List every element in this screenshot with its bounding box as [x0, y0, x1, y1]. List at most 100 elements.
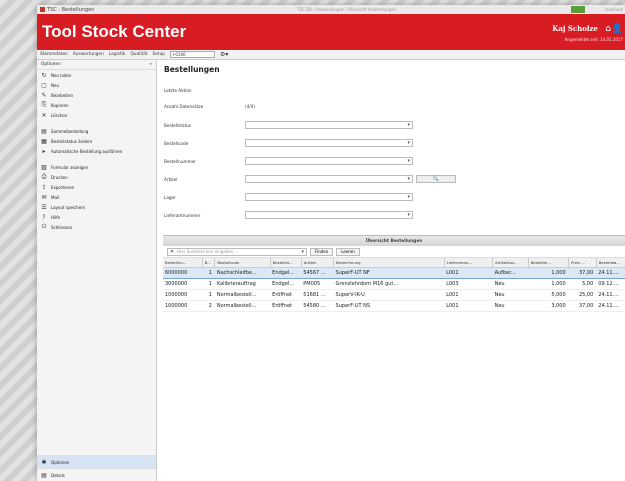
artikel-dropdown[interactable]: ▾	[245, 175, 413, 183]
menu-bar: Stammdaten Auswertungen Logistik Qualitä…	[37, 50, 625, 60]
green-status-icon[interactable]	[571, 6, 585, 13]
sidebar-item-layout[interactable]: ☰ Layout speichern	[37, 202, 156, 212]
field-label-lager: Lager	[164, 195, 176, 200]
table-row[interactable]: 1000000 2 Normalbestell... Eröffnet 54580 ..…	[163, 300, 625, 312]
filter-placeholder: Hier Suchtext hier eingeben ...	[177, 249, 239, 254]
sidebar-item-label: Automatische Bestellung ausführen	[51, 148, 123, 154]
bestellstatus-dropdown[interactable]: ▾	[245, 121, 413, 129]
sidebar-item-auto-bestellung[interactable]: ▸ Automatische Bestellung ausführen	[37, 146, 156, 156]
menu-stammdaten[interactable]: Stammdaten	[40, 52, 68, 57]
table-body: 6000000 1 Nachschleifbe... Endgel... 54567 .…	[163, 266, 625, 312]
sidebar-item-label: Exportieren	[51, 184, 75, 190]
sidebar-item-mail[interactable]: ✉ Mail	[37, 192, 156, 202]
sidebar-item-schliessen[interactable]: ⏻ Schliessen	[37, 222, 156, 232]
table-cell: 09.12....	[596, 278, 625, 290]
chevron-down-icon[interactable]: ▾	[301, 249, 304, 255]
sidebar-item-loeschen[interactable]: ✕ Löschen	[37, 110, 156, 120]
column-header[interactable]: Bestellcode	[214, 258, 271, 268]
table-row[interactable]: 6000000 1 Nachschleifbe... Endgel... 54567 .…	[163, 266, 625, 279]
menu-auswertungen[interactable]: Auswertungen	[73, 52, 104, 57]
table-cell: 24.11....	[596, 300, 625, 312]
table-cell: 1	[202, 266, 215, 279]
sidebar-item-bearbeiten[interactable]: ✎ Bearbeiten	[37, 90, 156, 100]
sidebar-item-neu-laden[interactable]: ↻ Neu laden	[37, 70, 156, 80]
table-cell: Eröffnet	[270, 289, 302, 301]
sidebar-item-bestellstatus[interactable]: ▦ Bestellstatus ändern	[37, 136, 156, 146]
table-cell: Aufber...	[492, 266, 529, 279]
user-name[interactable]: Kaj Scholze	[552, 24, 598, 33]
home-icon[interactable]: ⌂	[605, 24, 611, 34]
clear-button[interactable]: Leeren	[336, 247, 360, 256]
menu-setup[interactable]: Setup	[153, 52, 166, 57]
export-icon: ⇪	[41, 183, 47, 191]
menu-qualitaet[interactable]: Qualität	[130, 52, 147, 57]
find-button[interactable]: Finden	[310, 247, 334, 256]
collapse-icon[interactable]: «	[149, 62, 152, 67]
sidebar-item-neu[interactable]: ▢ Neu	[37, 80, 156, 90]
sidebar-item-label: Hilfe	[51, 214, 61, 220]
lieferantnummer-dropdown[interactable]: ▾	[245, 211, 413, 219]
sidebar-item-sammelbestellung[interactable]: ▤ Sammelbestellung	[37, 126, 156, 136]
table-row[interactable]: 3000000 1 Kalibrierauftrag Endgel... PM005 Gr…	[163, 278, 625, 290]
table-cell: Neu	[492, 300, 529, 312]
tab-optionen[interactable]: ✱ Optionen	[37, 455, 156, 468]
column-header[interactable]: Preis ...	[568, 258, 597, 268]
table-cell: Nachschleifbe...	[214, 266, 271, 279]
clear-filter-icon[interactable]: ✕	[170, 249, 174, 255]
column-header[interactable]: Bezeichnung	[333, 258, 445, 268]
sidebar-item-drucken[interactable]: ⎙ Drucken	[37, 172, 156, 182]
layout-icon: ☰	[41, 203, 47, 211]
status-icon: ▦	[41, 137, 47, 145]
login-info: Angemeldet seit: 14.01.2017	[564, 37, 623, 42]
sidebar-item-label: Schliessen	[51, 224, 73, 230]
column-header[interactable]: Lieferantnu...	[444, 258, 494, 268]
timezone-select[interactable]: +0100	[170, 51, 216, 58]
copy-icon: ⎘	[41, 101, 47, 108]
search-button[interactable]: 🔍	[416, 175, 456, 183]
table-cell: 1,000	[528, 278, 569, 290]
sidebar-item-exportieren[interactable]: ⇪ Exportieren	[37, 182, 156, 192]
sidebar-item-label: Bearbeiten	[51, 92, 73, 98]
filter-input[interactable]: ✕ Hier Suchtext hier eingeben ... ▾	[167, 247, 307, 256]
column-header[interactable]: B...	[202, 258, 216, 268]
menu-logistik[interactable]: Logistik	[109, 52, 125, 57]
orders-table: Bestellnu... B... Bestellcode Bestellst... A…	[163, 258, 625, 312]
column-header[interactable]: Bestellst...	[270, 258, 302, 268]
column-header[interactable]: Artikelbus...	[492, 258, 529, 268]
sidebar-item-hilfe[interactable]: ? Hilfe	[37, 212, 156, 222]
help-icon: ?	[42, 213, 46, 221]
window-title: TSC - Bestellungen	[47, 6, 95, 13]
table-cell: 5,000	[528, 289, 569, 301]
tab-details[interactable]: ▤ Details	[37, 468, 156, 481]
table-cell: 1000000	[163, 289, 203, 301]
last-action-label: Letzte Aktion	[164, 88, 192, 93]
sidebar-item-kopieren[interactable]: ⎘ Kopieren	[37, 100, 156, 110]
bestellcode-dropdown[interactable]: ▾	[245, 139, 413, 147]
app-window: TSC - Bestellungen TSC DB / Anwendungen …	[37, 5, 625, 481]
sidebar-item-label: Löschen	[51, 112, 68, 118]
app-icon	[40, 7, 45, 12]
table-cell: Endgel...	[270, 266, 302, 279]
play-icon: ▸	[42, 147, 46, 155]
column-header[interactable]: Bestellda...	[596, 258, 625, 268]
panel-title: Übersicht Bestellungen	[163, 236, 625, 246]
record-count: (4/4)	[245, 104, 256, 109]
sidebar-item-formular[interactable]: ▧ Formular anzeigen	[37, 162, 156, 172]
page-title: Bestellungen	[164, 65, 220, 74]
table-cell: 1	[202, 289, 215, 301]
column-header[interactable]: Artikel	[301, 258, 335, 268]
table-cell: Kalibrierauftrag	[214, 278, 271, 290]
lager-dropdown[interactable]: ▾	[245, 193, 413, 201]
chevron-down-icon: ▾	[407, 158, 410, 164]
print-icon: ⎙	[41, 173, 47, 180]
user-icon[interactable]: 👤	[612, 24, 623, 34]
chevron-down-icon: ▾	[407, 176, 410, 182]
column-header[interactable]: Bestellm...	[528, 258, 570, 268]
table-cell: 3000000	[163, 278, 203, 290]
bestellnummer-dropdown[interactable]: ▾	[245, 157, 413, 165]
gear-icon[interactable]: ⚙▾	[220, 51, 228, 58]
table-row[interactable]: 1000000 1 Normalbestell... Eröffnet 51681 ..…	[163, 289, 625, 301]
sidebar-item-label: Formular anzeigen	[51, 164, 89, 170]
window-right-label: localhost	[605, 7, 623, 12]
column-header[interactable]: Bestellnu...	[163, 258, 203, 268]
